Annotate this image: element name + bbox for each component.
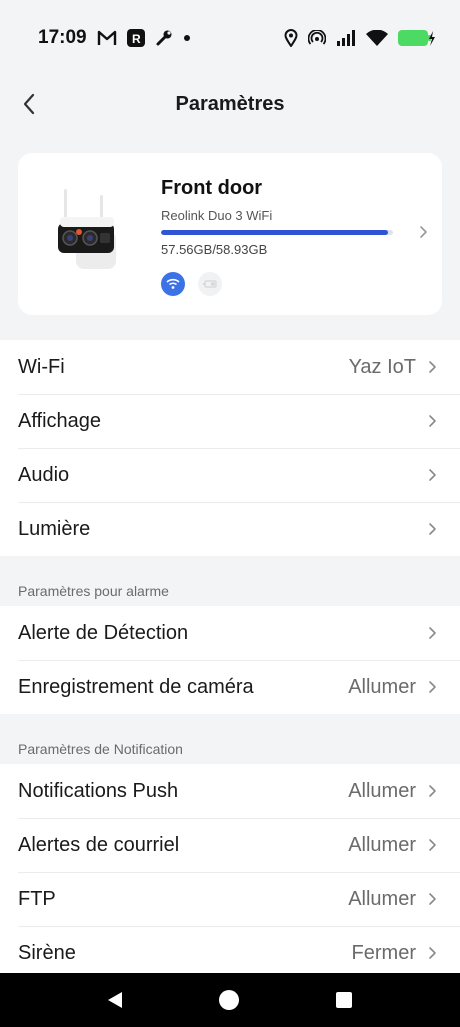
storage-progress-fill xyxy=(161,230,388,235)
signal-icon xyxy=(336,30,356,46)
device-model: Reolink Duo 3 WiFi xyxy=(161,208,273,223)
section-label-alarm: Paramètres pour alarme xyxy=(18,583,169,599)
row-value: Allumer xyxy=(348,675,416,698)
row-detection-alert[interactable]: Alerte de Détection xyxy=(0,606,460,660)
row-label: Sirène xyxy=(18,941,76,964)
row-label: Alertes de courriel xyxy=(18,833,180,856)
row-wifi[interactable]: Wi-Fi Yaz IoT xyxy=(0,340,460,394)
chevron-right-icon xyxy=(426,626,438,640)
settings-group-notification: Notifications Push Allumer Alertes de co… xyxy=(0,764,460,980)
storage-text: 57.56GB/58.93GB xyxy=(161,242,268,257)
dot-icon xyxy=(183,34,191,42)
back-triangle-icon[interactable] xyxy=(106,990,124,1015)
chevron-right-icon xyxy=(426,360,438,374)
row-label: Enregistrement de caméra xyxy=(18,675,254,698)
chevron-right-icon xyxy=(426,414,438,428)
section-label-notification: Paramètres de Notification xyxy=(18,741,183,757)
row-value: Allumer xyxy=(348,887,416,910)
recents-square-icon[interactable] xyxy=(336,992,352,1008)
wrench-icon xyxy=(155,29,173,47)
settings-group-alarm: Alerte de Détection Enregistrement de ca… xyxy=(0,606,460,714)
settings-group-general: Wi-Fi Yaz IoT Affichage Audio Lumière xyxy=(0,340,460,556)
status-left-icons: R xyxy=(97,29,191,47)
chevron-right-icon xyxy=(426,892,438,906)
row-light[interactable]: Lumière xyxy=(0,502,460,556)
svg-text:R: R xyxy=(132,32,141,46)
chevron-right-icon xyxy=(426,522,438,536)
row-value: Fermer xyxy=(351,941,416,964)
wifi-icon xyxy=(366,30,388,46)
chevron-right-icon xyxy=(426,468,438,482)
row-label: Lumière xyxy=(18,517,91,540)
status-time: 17:09 xyxy=(38,27,87,48)
chevron-left-icon xyxy=(23,93,35,115)
row-label: Alerte de Détection xyxy=(18,621,189,644)
card-chevron xyxy=(419,225,428,244)
status-right-icons xyxy=(284,29,436,47)
back-button[interactable] xyxy=(14,88,44,120)
row-value: Allumer xyxy=(348,779,416,802)
camera-image xyxy=(48,187,128,277)
row-ftp[interactable]: FTP Allumer xyxy=(0,872,460,926)
chevron-right-icon xyxy=(426,680,438,694)
app-r-icon: R xyxy=(126,29,145,47)
chevron-right-icon xyxy=(420,226,427,238)
row-audio[interactable]: Audio xyxy=(0,448,460,502)
wifi-badge xyxy=(161,272,185,296)
row-label: FTP xyxy=(18,887,56,910)
home-circle-icon[interactable] xyxy=(219,990,239,1010)
row-label: Notifications Push xyxy=(18,779,179,802)
system-nav-bar xyxy=(0,973,460,1027)
gmail-icon xyxy=(97,30,117,46)
app-header: Paramètres xyxy=(0,76,460,132)
page-title: Paramètres xyxy=(175,92,285,115)
row-siren[interactable]: Sirène Fermer xyxy=(0,926,460,980)
chevron-right-icon xyxy=(426,946,438,960)
storage-progress-bar xyxy=(161,230,393,235)
hotspot-icon xyxy=(308,30,326,46)
row-label: Affichage xyxy=(18,409,102,432)
battery-charging-icon xyxy=(398,29,436,47)
row-value: Yaz IoT xyxy=(348,355,416,378)
status-bar: 17:09 R xyxy=(0,0,460,76)
chevron-right-icon xyxy=(426,838,438,852)
location-icon xyxy=(284,29,298,47)
row-display[interactable]: Affichage xyxy=(0,394,460,448)
wifi-icon xyxy=(166,278,180,289)
chevron-right-icon xyxy=(426,784,438,798)
battery-badge xyxy=(198,272,222,296)
device-card[interactable]: Front door Reolink Duo 3 WiFi 57.56GB/58… xyxy=(18,153,442,315)
battery-icon xyxy=(203,280,217,288)
row-value: Allumer xyxy=(348,833,416,856)
device-name: Front door xyxy=(161,177,263,199)
row-email-alerts[interactable]: Alertes de courriel Allumer xyxy=(0,818,460,872)
row-label: Audio xyxy=(18,463,70,486)
row-label: Wi-Fi xyxy=(18,355,65,378)
row-camera-recording[interactable]: Enregistrement de caméra Allumer xyxy=(0,660,460,714)
row-push-notifications[interactable]: Notifications Push Allumer xyxy=(0,764,460,818)
